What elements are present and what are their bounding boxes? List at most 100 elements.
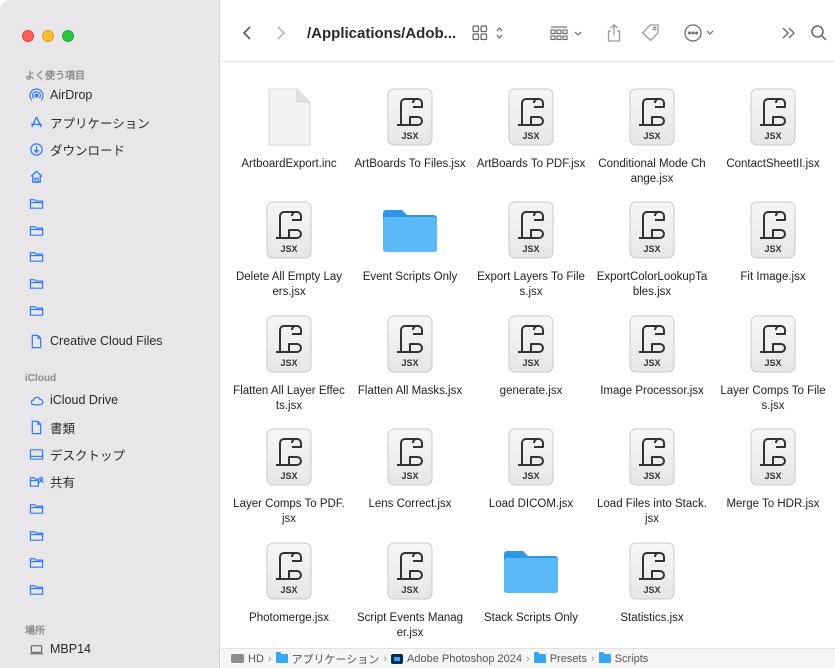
group-button[interactable] <box>549 22 587 44</box>
chevron-left-icon <box>242 26 251 40</box>
view-mode-button[interactable] <box>471 22 511 44</box>
folder-icon <box>28 248 44 264</box>
back-button[interactable] <box>239 22 255 44</box>
sidebar-item-folder[interactable] <box>28 496 50 520</box>
svg-text:JSX: JSX <box>522 244 539 254</box>
sidebar-item-folder[interactable] <box>28 550 50 574</box>
jsx-file-icon: JSX <box>350 539 470 603</box>
action-menu-button[interactable] <box>683 22 719 44</box>
file-item[interactable]: JSX ArtBoards To PDF.jsx <box>471 85 591 172</box>
svg-text:JSX: JSX <box>280 358 297 368</box>
jsx-file-icon: JSX <box>713 198 833 262</box>
sidebar-item-home[interactable] <box>28 164 50 188</box>
sidebar-item-applications[interactable]: アプリケーション <box>28 110 150 134</box>
file-name: Layer Comps To Files.jsx <box>720 385 826 412</box>
sidebar-item-downloads[interactable]: ダウンロード <box>28 137 125 161</box>
sidebar-item-folder[interactable] <box>28 523 50 547</box>
file-item[interactable]: JSX ContactSheetII.jsx <box>713 85 833 172</box>
folder-icon <box>28 195 44 211</box>
window-title: /Applications/Adob... <box>307 25 457 42</box>
svg-text:JSX: JSX <box>401 131 418 141</box>
file-item[interactable]: JSX Flatten All Masks.jsx <box>350 312 470 399</box>
photoshop-icon <box>391 653 404 664</box>
file-item[interactable]: JSX Layer Comps To Files.jsx <box>713 312 833 414</box>
sidebar-item-mbp14[interactable]: MBP14 <box>28 637 91 661</box>
file-name: Conditional Mode Change.jsx <box>598 158 706 185</box>
more-toolbar-button[interactable] <box>781 22 797 44</box>
file-item[interactable]: JSX Fit Image.jsx <box>713 198 833 285</box>
path-segment-applications[interactable]: アプリケーション <box>275 651 379 667</box>
sidebar-item-shared[interactable]: 共有 <box>28 469 75 493</box>
file-item[interactable]: JSX Script Events Manager.jsx <box>350 539 470 641</box>
sidebar-item-folder[interactable] <box>28 298 50 322</box>
sidebar-item-folder[interactable] <box>28 218 50 242</box>
document-icon <box>28 333 44 349</box>
file-name: Load DICOM.jsx <box>488 498 574 510</box>
folder-icon <box>28 527 44 543</box>
file-item[interactable]: Stack Scripts Only <box>471 539 591 626</box>
sidebar-item-folder[interactable] <box>28 191 50 215</box>
sidebar-item-desktop[interactable]: デスクトップ <box>28 442 125 466</box>
file-item[interactable]: JSX ArtBoards To Files.jsx <box>350 85 470 172</box>
file-item[interactable]: JSX Layer Comps To PDF.jsx <box>229 425 349 527</box>
sidebar-item-label: Creative Cloud Files <box>50 334 163 348</box>
file-item[interactable]: JSX Statistics.jsx <box>592 539 712 626</box>
file-item[interactable]: JSX Delete All Empty Layers.jsx <box>229 198 349 300</box>
jsx-file-icon: JSX <box>471 425 591 489</box>
path-bar: HD › アプリケーション › Adobe Photoshop 2024 › P… <box>221 648 835 668</box>
folder-icon <box>471 539 591 603</box>
file-item[interactable]: JSX Merge To HDR.jsx <box>713 425 833 512</box>
zoom-button[interactable] <box>62 30 74 42</box>
path-segment-hd[interactable]: HD <box>231 653 264 665</box>
sidebar-item-airdrop[interactable]: AirDrop <box>28 83 92 107</box>
file-item[interactable]: JSX Load Files into Stack.jsx <box>592 425 712 527</box>
path-segment-presets[interactable]: Presets <box>533 652 587 665</box>
file-name: ContactSheetII.jsx <box>726 158 820 170</box>
sidebar-item-label: デスクトップ <box>50 448 126 463</box>
file-name: ArtBoards To PDF.jsx <box>476 158 586 170</box>
file-item[interactable]: JSX Conditional Mode Change.jsx <box>592 85 712 187</box>
file-item[interactable]: JSX Photomerge.jsx <box>229 539 349 626</box>
jsx-file-icon: JSX <box>713 85 833 149</box>
tag-button[interactable] <box>641 22 661 44</box>
file-item[interactable]: JSX Export Layers To Files.jsx <box>471 198 591 300</box>
file-item[interactable]: JSX Image Processor.jsx <box>592 312 712 399</box>
file-name: Merge To HDR.jsx <box>726 498 820 510</box>
file-item[interactable]: Event Scripts Only <box>350 198 470 285</box>
svg-text:JSX: JSX <box>764 358 781 368</box>
sidebar-item-folder[interactable] <box>28 271 50 295</box>
path-separator-icon: › <box>267 652 272 665</box>
sidebar-item-label: MBP14 <box>50 642 91 656</box>
svg-text:JSX: JSX <box>522 131 539 141</box>
file-name: Delete All Empty Layers.jsx <box>235 271 343 298</box>
path-separator-icon: › <box>526 652 530 665</box>
close-button[interactable] <box>22 30 34 42</box>
folder-icon <box>350 198 470 262</box>
path-segment-label: Presets <box>549 652 587 665</box>
search-button[interactable] <box>809 22 829 44</box>
sidebar-item-creative-cloud-files[interactable]: Creative Cloud Files <box>28 329 163 353</box>
sidebar-item-folder[interactable] <box>28 577 50 601</box>
sidebar-item-documents[interactable]: 書類 <box>28 415 75 439</box>
minimize-button[interactable] <box>42 30 54 42</box>
path-segment-scripts[interactable]: Scripts <box>598 652 648 665</box>
file-item[interactable]: JSX Load DICOM.jsx <box>471 425 591 512</box>
file-item[interactable]: JSX generate.jsx <box>471 312 591 399</box>
svg-text:JSX: JSX <box>522 471 539 481</box>
share-button[interactable] <box>605 22 623 44</box>
sidebar-item-label: ダウンロード <box>50 143 126 158</box>
sidebar-item-icloud-drive[interactable]: iCloud Drive <box>28 388 118 412</box>
sidebar-item-folder[interactable] <box>28 244 50 268</box>
file-item[interactable]: JSX Flatten All Layer Effects.jsx <box>229 312 349 414</box>
sidebar-header-favorites: よく使う項目 <box>25 71 85 82</box>
file-item[interactable]: JSX Lens Correct.jsx <box>350 425 470 512</box>
jsx-file-icon: JSX <box>229 312 349 376</box>
share-icon <box>607 23 621 42</box>
forward-button[interactable] <box>273 22 289 44</box>
file-item[interactable]: JSX ExportColorLookupTables.jsx <box>592 198 712 300</box>
path-segment-photoshop[interactable]: Adobe Photoshop 2024 <box>391 653 522 665</box>
jsx-file-icon: JSX <box>592 539 712 603</box>
file-item[interactable]: ArtboardExport.inc <box>229 85 349 172</box>
svg-text:JSX: JSX <box>764 244 781 254</box>
jsx-file-icon: JSX <box>229 539 349 603</box>
